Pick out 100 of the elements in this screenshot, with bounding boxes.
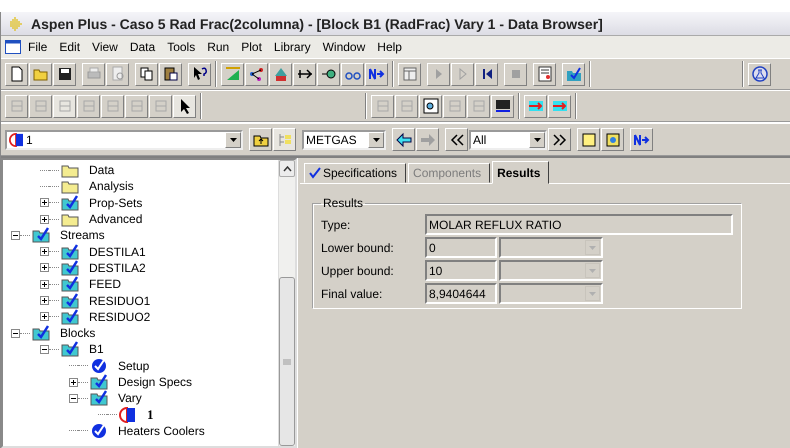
next-icon[interactable] — [548, 128, 571, 151]
help-pointer-icon[interactable] — [188, 62, 211, 86]
expand-toggle[interactable] — [40, 280, 49, 289]
pointer-icon[interactable] — [173, 94, 196, 118]
plus-icon — [41, 216, 48, 223]
grip-icon — [283, 358, 291, 364]
triangle-ruler-icon[interactable] — [221, 62, 244, 86]
caret-icon — [534, 138, 540, 142]
previous-icon[interactable] — [445, 128, 468, 151]
tree-item[interactable]: Prop-Sets — [89, 196, 142, 210]
caret-icon — [372, 138, 380, 142]
report-icon[interactable] — [533, 62, 556, 86]
window-icon — [5, 40, 21, 54]
value-field: 0 — [425, 237, 497, 258]
menu-item[interactable]: Plot — [236, 38, 267, 56]
value-field: 8,9404644 — [425, 283, 497, 304]
tab[interactable]: Specifications — [304, 163, 406, 183]
folder-icon[interactable] — [29, 62, 52, 86]
step-icon[interactable] — [451, 62, 474, 86]
field-label: Type: — [321, 218, 352, 232]
scroll-bar[interactable] — [278, 160, 295, 446]
caret-icon — [589, 246, 596, 250]
object-dropdown[interactable]: 1 — [5, 130, 243, 150]
menu-item[interactable]: Window — [318, 38, 370, 56]
expand-toggle[interactable] — [40, 312, 49, 322]
menu-item[interactable]: Run — [202, 38, 234, 56]
tree-item[interactable]: Vary — [118, 391, 142, 406]
component-dropdown[interactable]: METGAS — [302, 130, 386, 150]
up-folder-icon[interactable] — [249, 128, 272, 151]
tree-item[interactable]: RESIDUO1 — [89, 294, 150, 308]
expand-toggle[interactable] — [40, 263, 49, 272]
caret-icon — [230, 138, 236, 142]
printer-icon[interactable] — [82, 62, 105, 86]
tree-item[interactable]: RESIDUO2 — [89, 310, 150, 324]
tree-item[interactable]: DESTILA2 — [89, 260, 146, 275]
tree-item[interactable]: DESTILA1 — [89, 244, 146, 259]
expand-toggle[interactable] — [40, 247, 49, 256]
copy-icon[interactable] — [135, 62, 158, 86]
tree-item[interactable]: 1 — [147, 406, 154, 423]
menu-item[interactable]: View — [87, 38, 123, 56]
menu-item[interactable]: Library — [268, 38, 316, 56]
plus-icon — [41, 199, 48, 206]
print-preview-icon[interactable] — [106, 62, 129, 86]
tree-item[interactable]: FEED — [89, 277, 122, 292]
expand-toggle[interactable] — [40, 198, 49, 208]
filter-dropdown[interactable]: All — [469, 130, 547, 150]
menu-item[interactable]: Tools — [162, 38, 200, 56]
tree-item[interactable]: Analysis — [89, 179, 134, 194]
tree-item[interactable]: B1 — [89, 342, 104, 356]
plus-icon — [41, 280, 48, 288]
plus-icon — [70, 378, 77, 386]
plus-icon — [41, 248, 48, 256]
field-label: Upper bound: — [321, 264, 395, 278]
play-icon[interactable] — [427, 62, 450, 86]
plus-icon — [41, 264, 48, 272]
field-label: Final value: — [321, 286, 384, 300]
value-field: 10 — [425, 260, 497, 281]
tree-item[interactable]: Design Specs — [118, 375, 192, 389]
unit-dropdown[interactable] — [499, 283, 603, 304]
window-title: Aspen Plus - Caso 5 Rad Frac(2columna) - [Block B1 (RadFrac) Vary 1 - Data Browser] — [31, 16, 603, 32]
expand-toggle[interactable] — [40, 214, 49, 224]
plus-icon — [41, 297, 48, 304]
check-folder-icon[interactable] — [562, 62, 585, 86]
tree-item[interactable]: Setup — [118, 358, 150, 373]
tree-item[interactable]: Heaters Coolers — [118, 424, 205, 438]
next-icon[interactable] — [365, 62, 388, 86]
field-label: Lower bound: — [321, 240, 395, 254]
tree-item[interactable]: Data — [89, 163, 114, 178]
next-icon[interactable] — [630, 128, 653, 151]
form-sheet-icon — [9, 132, 23, 146]
menu-item[interactable]: Data — [124, 38, 160, 56]
stop-icon[interactable] — [504, 62, 527, 86]
form-sheet-icon — [119, 406, 137, 423]
collapse-toggle[interactable] — [69, 394, 78, 403]
collapse-toggle[interactable] — [40, 344, 49, 354]
connected-nodes-icon[interactable] — [245, 62, 268, 86]
plus-icon — [41, 313, 48, 320]
tree-item[interactable]: Advanced — [89, 212, 142, 226]
caret-icon — [589, 292, 596, 296]
unit-dropdown[interactable] — [499, 237, 603, 258]
glasses-icon[interactable] — [341, 62, 364, 86]
new-file-icon[interactable] — [5, 62, 28, 86]
collapse-toggle[interactable] — [11, 230, 20, 240]
tab[interactable]: Results — [492, 161, 550, 184]
menu-item[interactable]: File — [23, 38, 52, 56]
tree-item[interactable]: Streams — [60, 228, 105, 242]
grid-icon[interactable] — [398, 62, 421, 86]
tree-item[interactable]: Blocks — [60, 326, 96, 340]
menu-item[interactable]: Edit — [54, 38, 86, 56]
caret-icon — [589, 268, 596, 272]
expand-toggle[interactable] — [69, 378, 78, 386]
tree-view-icon[interactable] — [273, 128, 296, 151]
unit-dropdown[interactable] — [499, 260, 603, 281]
group-title: Results — [322, 196, 364, 210]
rewind-icon[interactable] — [475, 62, 498, 86]
expand-toggle[interactable] — [40, 296, 49, 306]
paste-icon[interactable] — [159, 62, 182, 86]
flask-icon[interactable] — [748, 62, 771, 86]
collapse-toggle[interactable] — [11, 328, 20, 338]
menu-item[interactable]: Help — [372, 38, 407, 56]
